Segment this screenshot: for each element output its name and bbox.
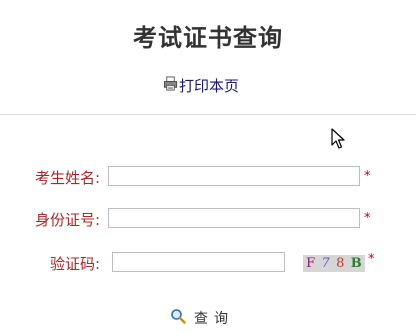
- name-input[interactable]: [108, 166, 360, 186]
- query-button-label: 查询: [194, 311, 234, 327]
- print-link-label: 打印本页: [179, 77, 240, 95]
- captcha-char: 8: [336, 256, 345, 271]
- required-mark: *: [368, 252, 375, 267]
- divider: [0, 114, 416, 115]
- printer-icon: [163, 76, 179, 95]
- print-link[interactable]: 打印本页: [163, 75, 239, 96]
- captcha-char: 7: [321, 256, 330, 271]
- search-icon: [170, 308, 194, 328]
- captcha-input[interactable]: [112, 252, 285, 272]
- captcha-image[interactable]: F 7 8 B: [303, 255, 365, 272]
- id-number-label: 身份证号:: [34, 211, 100, 229]
- id-number-input[interactable]: [108, 208, 360, 228]
- required-mark: *: [364, 169, 371, 184]
- page-title: 考试证书查询: [133, 23, 283, 52]
- query-button[interactable]: 查询: [170, 308, 234, 328]
- captcha-label: 验证码:: [49, 255, 100, 273]
- captcha-char: F: [306, 256, 316, 271]
- required-mark: *: [364, 211, 371, 226]
- name-label: 考生姓名:: [34, 169, 100, 187]
- mouse-cursor-icon: [331, 128, 345, 149]
- captcha-char: B: [350, 256, 362, 271]
